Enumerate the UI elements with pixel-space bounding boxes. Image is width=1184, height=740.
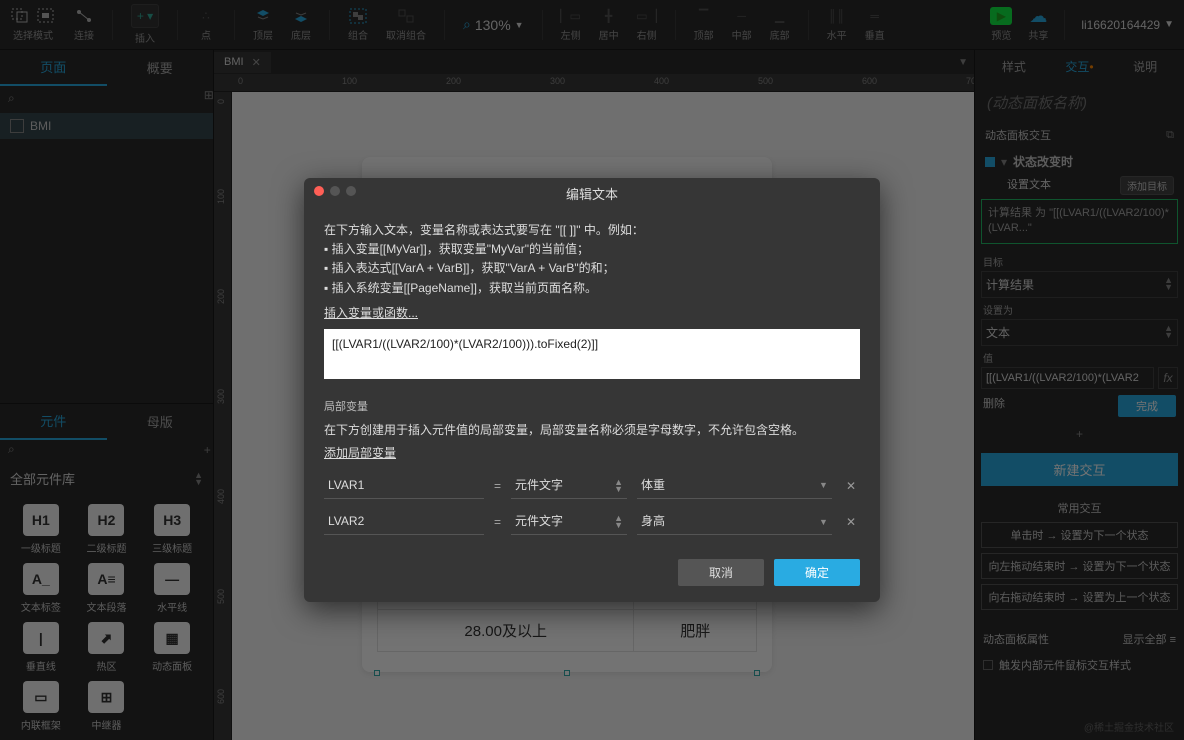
edit-text-modal: 编辑文本 在下方输入文本，变量名称或表达式要写在 "[[ ]]" 中。例如： ▪… bbox=[304, 178, 880, 602]
ok-button[interactable]: 确定 bbox=[774, 559, 860, 586]
maximize-window-button bbox=[346, 186, 356, 196]
var-type-select[interactable]: 元件文字▲▼ bbox=[511, 509, 627, 535]
local-vars-desc: 在下方创建用于插入元件值的局部变量，局部变量名称必须是字母数字，不允许包含空格。 bbox=[324, 421, 860, 440]
modal-overlay: 编辑文本 在下方输入文本，变量名称或表达式要写在 "[[ ]]" 中。例如： ▪… bbox=[0, 0, 1184, 740]
delete-var-icon[interactable]: ✕ bbox=[842, 513, 860, 532]
local-vars-title: 局部变量 bbox=[324, 399, 860, 417]
var-name-input[interactable]: LVAR2 bbox=[324, 509, 484, 535]
help-text: 在下方输入文本，变量名称或表达式要写在 "[[ ]]" 中。例如： ▪ 插入变量… bbox=[324, 221, 860, 298]
var-target-select[interactable]: 体重▼ bbox=[637, 473, 832, 499]
local-var-row: LVAR1=元件文字▲▼体重▼✕ bbox=[324, 473, 860, 499]
insert-function-link[interactable]: 插入变量或函数... bbox=[324, 306, 418, 320]
var-target-select[interactable]: 身高▼ bbox=[637, 509, 832, 535]
var-name-input[interactable]: LVAR1 bbox=[324, 473, 484, 499]
cancel-button[interactable]: 取消 bbox=[678, 559, 764, 586]
close-window-button[interactable] bbox=[314, 186, 324, 196]
add-local-var-link[interactable]: 添加局部变量 bbox=[324, 446, 396, 460]
delete-var-icon[interactable]: ✕ bbox=[842, 477, 860, 496]
modal-title: 编辑文本 bbox=[566, 187, 618, 202]
minimize-window-button bbox=[330, 186, 340, 196]
local-var-row: LVAR2=元件文字▲▼身高▼✕ bbox=[324, 509, 860, 535]
expression-editor[interactable] bbox=[324, 329, 860, 379]
var-type-select[interactable]: 元件文字▲▼ bbox=[511, 473, 627, 499]
